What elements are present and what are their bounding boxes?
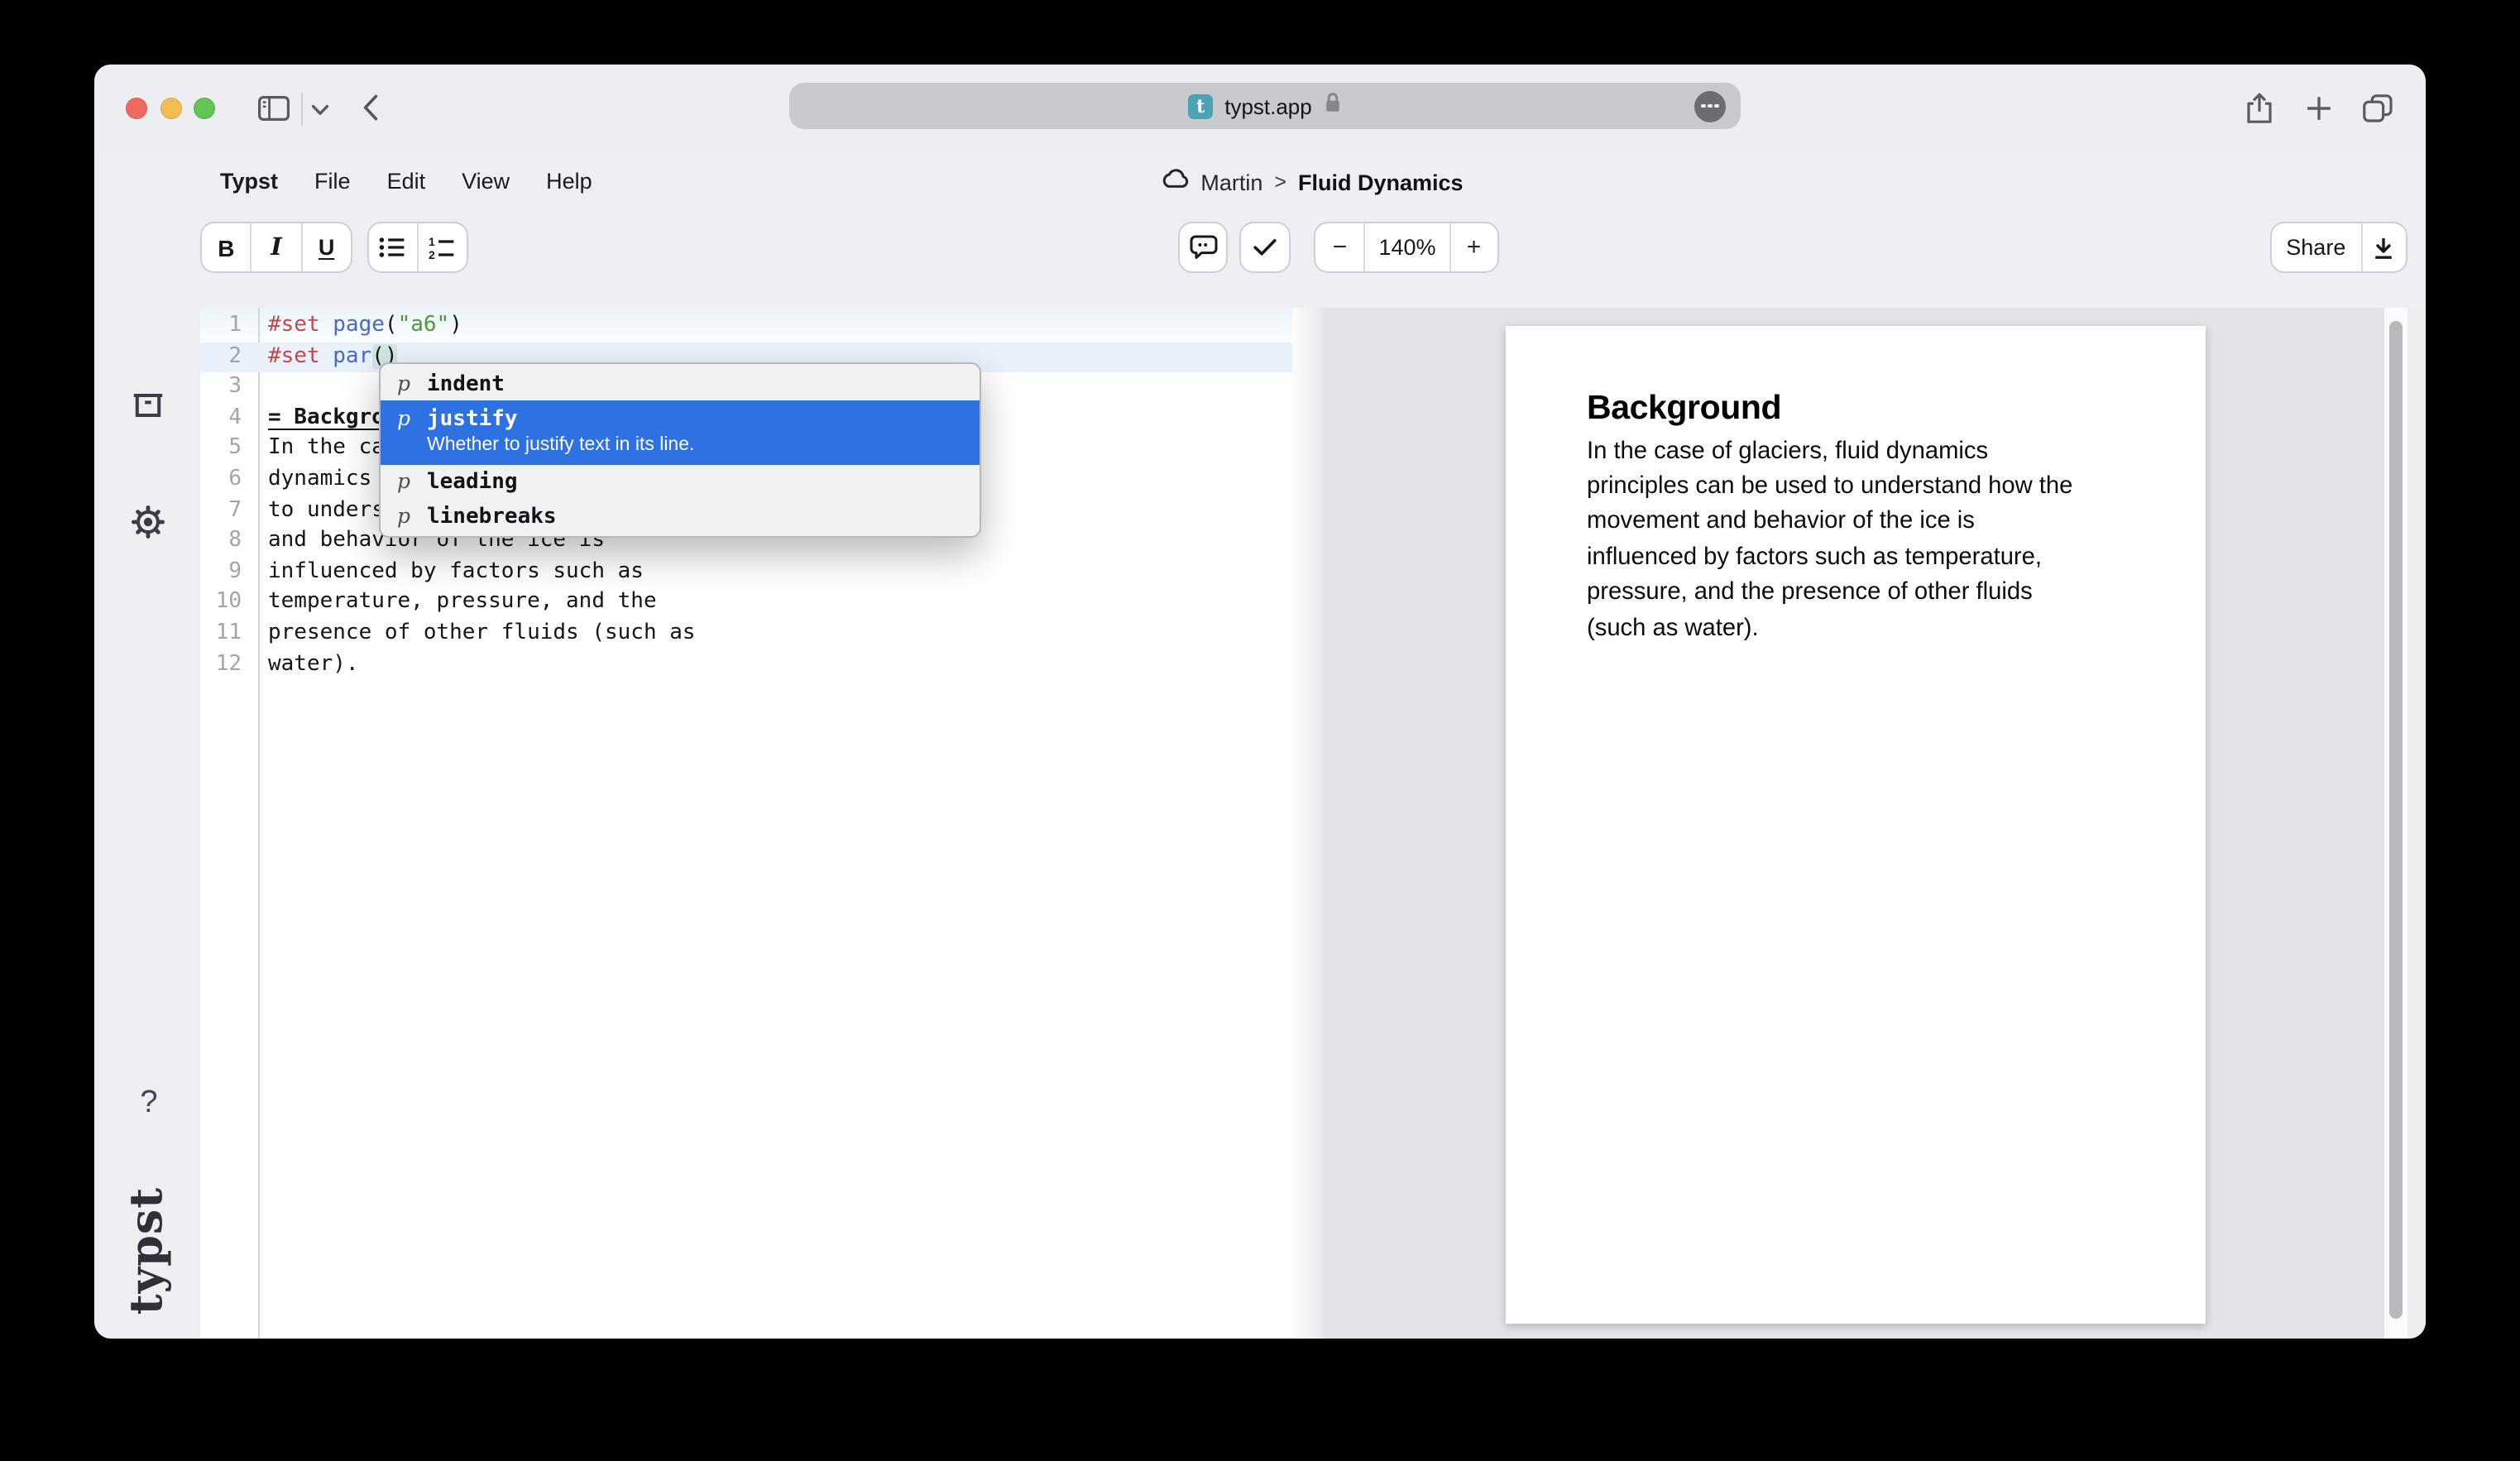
saved-status-button[interactable] — [1239, 222, 1291, 273]
autocomplete-item-linebreaks[interactable]: plinebreaks — [381, 499, 980, 533]
code-line-11: 11presence of other fluids (such as — [200, 619, 1292, 649]
sidebar-toggle-icon[interactable] — [258, 96, 290, 121]
preview-paragraph: In the case of glaciers, fluid dynamicsp… — [1506, 434, 2206, 647]
zoom-in-button[interactable]: + — [1449, 223, 1497, 271]
menu-item-help[interactable]: Help — [546, 169, 592, 194]
preview-pane: Background In the case of glaciers, flui… — [1324, 308, 2384, 1339]
files-panel-icon[interactable] — [132, 392, 164, 419]
line-number: 6 — [200, 465, 242, 496]
download-button[interactable] — [2361, 223, 2405, 271]
comments-button[interactable] — [1178, 222, 1228, 273]
comment-icon — [1189, 235, 1217, 260]
tab-overview-icon[interactable] — [2363, 94, 2393, 122]
help-button[interactable]: ? — [132, 1084, 165, 1123]
menu-item-view[interactable]: View — [462, 169, 510, 194]
breadcrumb: Martin > Fluid Dynamics — [1047, 167, 1577, 197]
line-number: 12 — [200, 649, 242, 680]
url-text: typst.app — [1224, 93, 1312, 118]
preview-text-line: influenced by factors such as temperatur… — [1587, 540, 2206, 576]
share-button[interactable]: Share — [2271, 223, 2361, 271]
autocomplete-item-leading[interactable]: pleading — [381, 465, 980, 499]
menu-item-edit[interactable]: Edit — [387, 169, 426, 194]
italic-button[interactable]: I — [251, 223, 301, 271]
text-style-group: B I U — [200, 222, 352, 273]
back-icon[interactable] — [362, 94, 379, 121]
close-window-button[interactable] — [126, 98, 147, 119]
bullet-list-icon — [379, 237, 405, 258]
svg-text:2: 2 — [429, 247, 435, 259]
line-number: 10 — [200, 588, 242, 619]
zoom-level[interactable]: 140% — [1364, 223, 1449, 271]
line-number: 9 — [200, 558, 242, 588]
pane-splitter[interactable] — [1292, 308, 1324, 1339]
menu-item-file[interactable]: File — [314, 169, 351, 194]
line-number: 3 — [200, 372, 242, 403]
line-number: 5 — [200, 434, 242, 465]
preview-text-line: movement and behavior of the ice is — [1587, 505, 2206, 541]
page-settings-ellipsis-button[interactable] — [1694, 90, 1726, 122]
preview-heading: Background — [1587, 388, 2206, 428]
preview-scrollbar-thumb[interactable] — [2389, 320, 2403, 1318]
zoom-window-button[interactable] — [194, 98, 215, 119]
chrome-divider — [301, 93, 303, 126]
app-grid-icon[interactable] — [131, 212, 165, 247]
numbered-list-icon: 12 — [429, 236, 455, 259]
document-title[interactable]: Fluid Dynamics — [1298, 170, 1464, 194]
checkmark-icon — [1253, 238, 1277, 256]
code-line-12: 12water). — [200, 649, 1292, 680]
browser-chrome: t typst.app — [94, 65, 2426, 154]
code-line-1: 1#set page("a6") — [200, 311, 1292, 342]
preview-text-line: (such as water). — [1587, 611, 2206, 647]
line-number: 1 — [200, 311, 242, 342]
site-favicon: t — [1188, 93, 1213, 118]
menu-bar: Typst File Edit View Help — [220, 169, 592, 194]
minimize-window-button[interactable] — [160, 98, 181, 119]
code-line-10: 10temperature, pressure, and the — [200, 588, 1292, 619]
zoom-out-button[interactable]: − — [1315, 223, 1364, 271]
share-page-icon[interactable] — [2245, 93, 2273, 124]
safari-window: t typst.app Typst File Edit View Help — [94, 65, 2426, 1339]
preview-scrollbar-track — [2384, 308, 2407, 1339]
line-number: 2 — [200, 342, 242, 372]
screen: t typst.app Typst File Edit View Help — [0, 0, 2520, 1461]
breadcrumb-separator: > — [1274, 170, 1286, 193]
preview-text-line: pressure, and the presence of other flui… — [1587, 576, 2206, 611]
line-number: 8 — [200, 526, 242, 557]
breadcrumb-project[interactable]: Martin — [1200, 170, 1262, 194]
numbered-list-button[interactable]: 12 — [416, 223, 466, 271]
line-number: 11 — [200, 619, 242, 649]
list-group: 12 — [367, 222, 467, 273]
download-icon — [2373, 236, 2394, 259]
bullet-list-button[interactable] — [368, 223, 416, 271]
autocomplete-item-justify[interactable]: pjustifyWhether to justify text in its l… — [381, 400, 980, 465]
lock-icon — [1324, 90, 1342, 122]
preview-text-line: In the case of glaciers, fluid dynamics — [1587, 434, 2206, 470]
code-line-9: 9influenced by factors such as — [200, 558, 1292, 588]
chevron-down-icon[interactable] — [311, 104, 329, 117]
autocomplete-popup: pindentpjustifyWhether to justify text i… — [379, 362, 981, 538]
preview-page: Background In the case of glaciers, flui… — [1506, 325, 2206, 1323]
autocomplete-item-indent[interactable]: pindent — [381, 366, 980, 400]
zoom-control-group: − 140% + — [1314, 222, 1499, 273]
line-number: 7 — [200, 496, 242, 526]
cloud-icon — [1161, 167, 1189, 197]
settings-gear-icon[interactable] — [131, 505, 165, 539]
url-bar[interactable]: t typst.app — [789, 83, 1741, 129]
typst-logo: typst — [122, 1176, 175, 1326]
menu-item-typst[interactable]: Typst — [220, 169, 278, 194]
svg-text:1: 1 — [429, 236, 435, 247]
bold-button[interactable]: B — [202, 223, 251, 271]
underline-button[interactable]: U — [300, 223, 351, 271]
line-number: 4 — [200, 404, 242, 434]
window-edge-strip — [2407, 308, 2426, 1339]
share-group: Share — [2269, 222, 2407, 273]
preview-text-line: principles can be used to understand how… — [1587, 470, 2206, 505]
new-tab-icon[interactable] — [2307, 96, 2331, 121]
